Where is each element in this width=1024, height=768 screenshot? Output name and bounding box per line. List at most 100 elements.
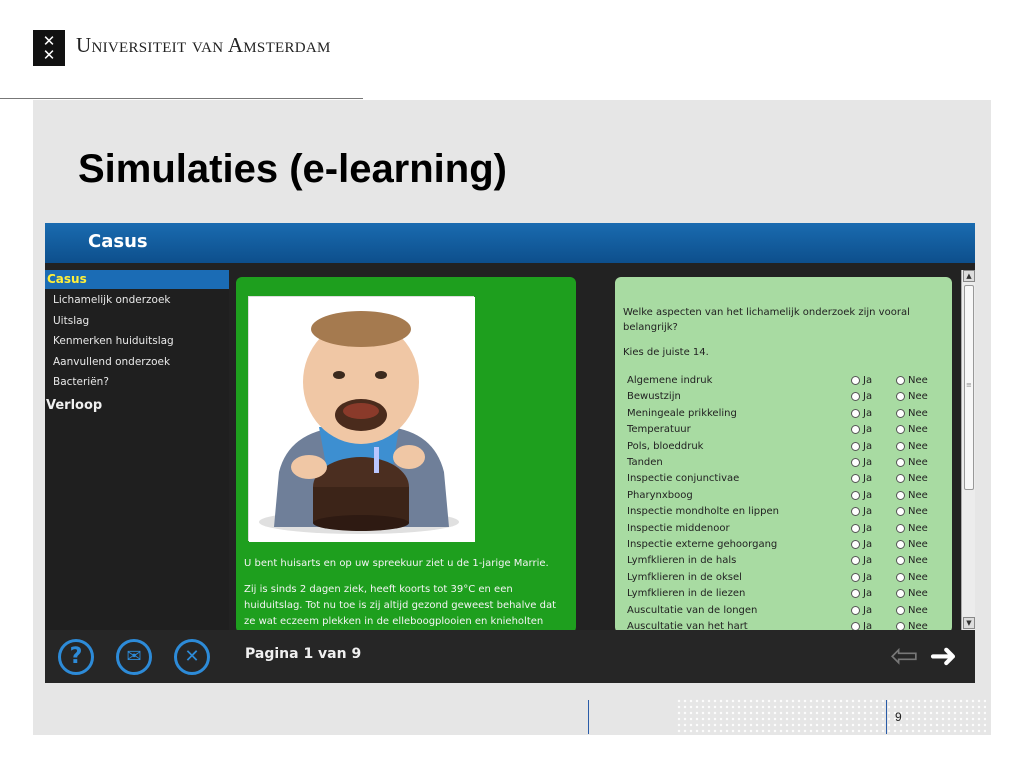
radio-circle-icon[interactable] — [896, 605, 905, 615]
app-header: Casus — [45, 223, 975, 263]
radio-circle-icon[interactable] — [851, 540, 860, 549]
radio-ja[interactable]: Ja — [851, 408, 872, 419]
radio-nee[interactable]: Nee — [896, 424, 928, 435]
radio-ja-label: Ja — [863, 522, 873, 534]
help-button[interactable]: ? — [58, 639, 94, 675]
radio-ja[interactable]: Ja — [851, 588, 872, 599]
radio-nee-label: Nee — [908, 506, 928, 518]
radio-ja[interactable]: Ja — [851, 605, 872, 616]
question-option-row: Pharynxboog Ja Nee — [627, 490, 947, 506]
question-option-row: Lymfklieren in de oksel Ja Nee — [627, 572, 947, 588]
question-vertical-scrollbar[interactable]: ▲ ≡ ▼ — [961, 270, 975, 630]
radio-nee[interactable]: Nee — [896, 539, 928, 550]
radio-ja[interactable]: Ja — [851, 506, 872, 517]
radio-ja[interactable]: Ja — [851, 539, 872, 550]
radio-circle-icon[interactable] — [896, 474, 905, 484]
radio-circle-icon[interactable] — [851, 425, 860, 435]
sidebar-item-kenmerken-huiduitslag[interactable]: Kenmerken huiduitslag — [53, 335, 174, 347]
radio-circle-icon[interactable] — [896, 425, 905, 435]
radio-nee[interactable]: Nee — [896, 555, 928, 566]
radio-circle-icon[interactable] — [851, 507, 860, 517]
radio-circle-icon[interactable] — [851, 408, 860, 418]
radio-circle-icon[interactable] — [896, 376, 905, 385]
radio-circle-icon[interactable] — [896, 523, 905, 533]
radio-circle-icon[interactable] — [851, 441, 860, 451]
scroll-down-icon[interactable]: ▼ — [963, 617, 975, 629]
radio-nee[interactable]: Nee — [896, 457, 928, 468]
question-option-row: Algemene indruk Ja Nee — [627, 375, 947, 391]
radio-circle-icon[interactable] — [851, 490, 860, 500]
radio-nee-label: Nee — [908, 555, 928, 567]
sidebar-item-uitslag[interactable]: Uitslag — [53, 315, 89, 327]
radio-circle-icon[interactable] — [896, 589, 905, 599]
radio-nee[interactable]: Nee — [896, 523, 928, 534]
sidebar-item-verloop[interactable]: Verloop — [46, 398, 102, 413]
radio-circle-icon[interactable] — [896, 540, 905, 549]
radio-nee[interactable]: Nee — [896, 506, 928, 517]
radio-circle-icon[interactable] — [896, 572, 905, 582]
radio-nee[interactable]: Nee — [896, 572, 928, 583]
question-option-row: Pols, bloeddruk Ja Nee — [627, 441, 947, 457]
radio-nee-label: Nee — [908, 375, 928, 386]
radio-circle-icon[interactable] — [896, 392, 905, 402]
radio-nee-label: Nee — [908, 440, 928, 452]
radio-circle-icon[interactable] — [896, 408, 905, 418]
radio-ja[interactable]: Ja — [851, 490, 872, 501]
sidebar-item-lichamelijk-onderzoek[interactable]: Lichamelijk onderzoek — [53, 294, 170, 306]
footer-divider — [886, 700, 887, 734]
radio-ja[interactable]: Ja — [851, 457, 872, 468]
next-page-button[interactable]: ➜ — [929, 639, 958, 673]
radio-ja[interactable]: Ja — [851, 441, 872, 452]
radio-ja-label: Ja — [863, 407, 873, 419]
slide-title: Simulaties (e-learning) — [78, 147, 507, 191]
radio-circle-icon[interactable] — [851, 458, 860, 467]
option-label: Temperatuur — [627, 424, 691, 436]
radio-ja[interactable]: Ja — [851, 424, 872, 435]
radio-nee[interactable]: Nee — [896, 441, 928, 452]
radio-nee[interactable]: Nee — [896, 408, 928, 419]
radio-ja-label: Ja — [863, 588, 873, 600]
option-label: Inspectie middenoor — [627, 522, 730, 534]
radio-nee[interactable]: Nee — [896, 473, 928, 484]
option-label: Meningeale prikkeling — [627, 407, 737, 419]
radio-circle-icon[interactable] — [851, 589, 860, 599]
radio-circle-icon[interactable] — [851, 392, 860, 402]
radio-circle-icon[interactable] — [896, 556, 905, 566]
scroll-up-icon[interactable]: ▲ — [963, 270, 975, 282]
radio-nee-label: Nee — [908, 391, 928, 403]
option-label: Inspectie mondholte en lippen — [627, 506, 779, 518]
scrollbar-thumb[interactable]: ≡ — [964, 285, 974, 490]
radio-nee[interactable]: Nee — [896, 391, 928, 402]
radio-circle-icon[interactable] — [896, 490, 905, 500]
radio-circle-icon[interactable] — [896, 458, 905, 467]
question-instruction: Kies de juiste 14. — [623, 347, 709, 358]
sidebar-item-aanvullend-onderzoek[interactable]: Aanvullend onderzoek — [53, 356, 170, 368]
radio-nee[interactable]: Nee — [896, 375, 928, 386]
radio-circle-icon[interactable] — [851, 376, 860, 385]
radio-circle-icon[interactable] — [851, 523, 860, 533]
radio-nee[interactable]: Nee — [896, 588, 928, 599]
radio-nee[interactable]: Nee — [896, 605, 928, 616]
radio-ja[interactable]: Ja — [851, 375, 872, 386]
radio-circle-icon[interactable] — [896, 507, 905, 517]
radio-circle-icon[interactable] — [851, 572, 860, 582]
uva-logo: ✕ ✕ — [33, 30, 65, 66]
radio-ja-label: Ja — [863, 489, 873, 501]
radio-circle-icon[interactable] — [851, 474, 860, 484]
mail-button[interactable]: ✉ — [116, 639, 152, 675]
radio-ja[interactable]: Ja — [851, 572, 872, 583]
sidebar-item-bacterien[interactable]: Bacteriën? — [53, 376, 109, 388]
patient-photo — [248, 296, 475, 542]
sidebar-item-casus[interactable]: Casus — [45, 270, 229, 289]
radio-circle-icon[interactable] — [896, 441, 905, 451]
radio-circle-icon[interactable] — [851, 605, 860, 615]
arrow-right-icon: ➜ — [929, 636, 958, 676]
radio-ja[interactable]: Ja — [851, 391, 872, 402]
radio-circle-icon[interactable] — [851, 556, 860, 566]
radio-ja[interactable]: Ja — [851, 555, 872, 566]
radio-ja[interactable]: Ja — [851, 523, 872, 534]
radio-nee[interactable]: Nee — [896, 490, 928, 501]
radio-ja[interactable]: Ja — [851, 473, 872, 484]
close-button[interactable]: ✕ — [174, 639, 210, 675]
previous-page-button[interactable]: ⇦ — [890, 639, 919, 673]
